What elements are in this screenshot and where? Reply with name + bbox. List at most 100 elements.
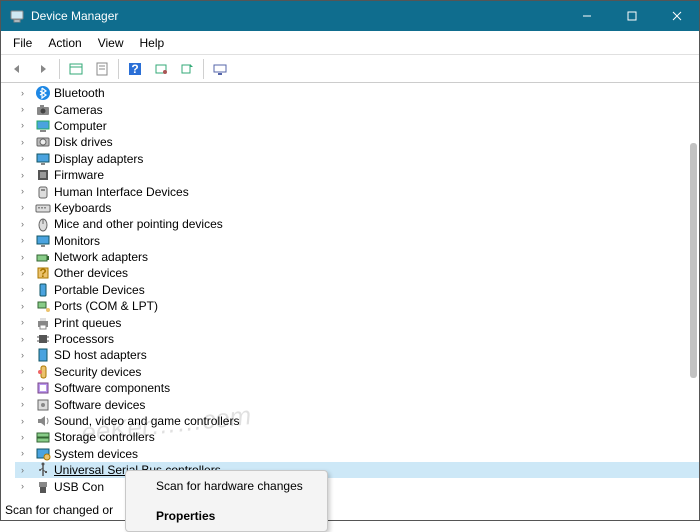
tree-node[interactable]: › Monitors (15, 233, 699, 249)
tree-node[interactable]: › Disk drives (15, 134, 699, 150)
toolbar-separator (203, 59, 204, 79)
chevron-right-icon[interactable]: › (21, 138, 33, 147)
tree-node[interactable]: ›USB Con (15, 478, 699, 494)
close-button[interactable] (654, 1, 699, 31)
properties-icon[interactable] (90, 57, 114, 81)
hid-icon (35, 184, 51, 200)
chevron-right-icon[interactable]: › (21, 269, 33, 278)
tree-node[interactable]: ›Display adapters (15, 151, 699, 167)
chevron-right-icon[interactable]: › (21, 335, 33, 344)
tree-node-label: Computer (54, 119, 107, 133)
svg-text:?: ? (39, 266, 46, 280)
toolbar-separator (118, 59, 119, 79)
tree-node[interactable]: ›?Other devices (15, 265, 699, 281)
tree-node-label: SD host adapters (54, 348, 147, 362)
chevron-right-icon[interactable]: › (21, 187, 33, 196)
chevron-right-icon[interactable]: › (21, 318, 33, 327)
tree-node[interactable]: ›Cameras (15, 101, 699, 117)
chevron-right-icon[interactable]: › (21, 433, 33, 442)
vertical-scrollbar[interactable] (683, 83, 699, 433)
tree-node[interactable]: ›Network adapters (15, 249, 699, 265)
tree-node[interactable]: ›Keyboards (15, 200, 699, 216)
tree-node[interactable]: ›Universal Serial Bus controllers (15, 462, 699, 478)
usbconn-icon (35, 479, 51, 495)
tree-node[interactable]: ›Human Interface Devices (15, 183, 699, 199)
tree-node[interactable]: ›Sound, video and game controllers (15, 413, 699, 429)
show-hide-tree-icon[interactable] (64, 57, 88, 81)
chevron-right-icon[interactable]: › (21, 302, 33, 311)
tree-node[interactable]: ›Ports (COM & LPT) (15, 298, 699, 314)
context-properties[interactable]: Properties (126, 501, 327, 531)
tree-node-label: Software components (54, 381, 170, 395)
tree-node[interactable]: › Computer (15, 118, 699, 134)
network-icon (35, 249, 51, 265)
context-menu: Scan for hardware changes Properties (125, 470, 328, 532)
statusbar: Scan for changed or (1, 500, 699, 520)
chevron-right-icon[interactable]: › (21, 121, 33, 130)
tree-node[interactable]: ›Portable Devices (15, 282, 699, 298)
tree-node-label: Disk drives (54, 135, 113, 149)
chevron-right-icon[interactable]: › (21, 253, 33, 262)
help-icon[interactable]: ? (123, 57, 147, 81)
tree-node[interactable]: › Software components (15, 380, 699, 396)
chevron-right-icon[interactable]: › (21, 417, 33, 426)
tree-node[interactable]: ›Software devices (15, 396, 699, 412)
chevron-right-icon[interactable]: › (21, 482, 33, 491)
tree-node-label: Monitors (54, 234, 100, 248)
cpu-icon (35, 331, 51, 347)
minimize-button[interactable] (564, 1, 609, 31)
back-icon[interactable] (5, 57, 29, 81)
device-tree[interactable]: ›Bluetooth›Cameras›Computer›Disk drives›… (1, 83, 699, 500)
chevron-right-icon[interactable]: › (21, 400, 33, 409)
camera-icon (35, 102, 51, 118)
chevron-right-icon[interactable]: › (21, 89, 33, 98)
window-title: Device Manager (31, 9, 564, 23)
tree-node[interactable]: ›Firmware (15, 167, 699, 183)
menu-help[interactable]: Help (132, 33, 173, 53)
chevron-right-icon[interactable]: › (21, 466, 33, 475)
action-icon[interactable] (149, 57, 173, 81)
maximize-button[interactable] (609, 1, 654, 31)
tree-node[interactable]: › Mice and other pointing devices (15, 216, 699, 232)
tree-node[interactable]: › SD host adapters (15, 347, 699, 363)
menu-action[interactable]: Action (40, 33, 89, 53)
chevron-right-icon[interactable]: › (21, 220, 33, 229)
keyboard-icon (35, 200, 51, 216)
menu-file[interactable]: File (5, 33, 40, 53)
tree-node-label: System devices (54, 447, 138, 461)
chevron-right-icon[interactable]: › (21, 105, 33, 114)
chevron-right-icon[interactable]: › (21, 449, 33, 458)
tree-node-label: Mice and other pointing devices (54, 217, 223, 231)
printer-icon (35, 315, 51, 331)
tree-node[interactable]: ›Print queues (15, 314, 699, 330)
context-scan-hardware[interactable]: Scan for hardware changes (126, 471, 327, 501)
tree-node[interactable]: ›Storage controllers (15, 429, 699, 445)
tree-node[interactable]: ›Processors (15, 331, 699, 347)
bluetooth-icon (35, 85, 51, 101)
chevron-right-icon[interactable]: › (21, 154, 33, 163)
scan-icon[interactable] (175, 57, 199, 81)
chevron-right-icon[interactable]: › (21, 351, 33, 360)
swdev-icon (35, 397, 51, 413)
show-devices-icon[interactable] (208, 57, 232, 81)
chevron-right-icon[interactable]: › (21, 384, 33, 393)
chevron-right-icon[interactable]: › (21, 367, 33, 376)
chevron-right-icon[interactable]: › (21, 171, 33, 180)
tree-node-label: Security devices (54, 365, 141, 379)
tree-node[interactable]: › Security devices (15, 364, 699, 380)
firmware-icon (35, 167, 51, 183)
mouse-icon (35, 216, 51, 232)
tree-node[interactable]: › System devices (15, 446, 699, 462)
storage-icon (35, 429, 51, 445)
chevron-right-icon[interactable]: › (21, 285, 33, 294)
other-icon: ? (35, 265, 51, 281)
forward-icon[interactable] (31, 57, 55, 81)
system-icon (35, 446, 51, 462)
menu-view[interactable]: View (90, 33, 132, 53)
monitor-icon (35, 233, 51, 249)
scrollbar-thumb[interactable] (690, 143, 697, 378)
swcomp-icon (35, 380, 51, 396)
tree-node[interactable]: ›Bluetooth (15, 85, 699, 101)
chevron-right-icon[interactable]: › (21, 203, 33, 212)
chevron-right-icon[interactable]: › (21, 236, 33, 245)
